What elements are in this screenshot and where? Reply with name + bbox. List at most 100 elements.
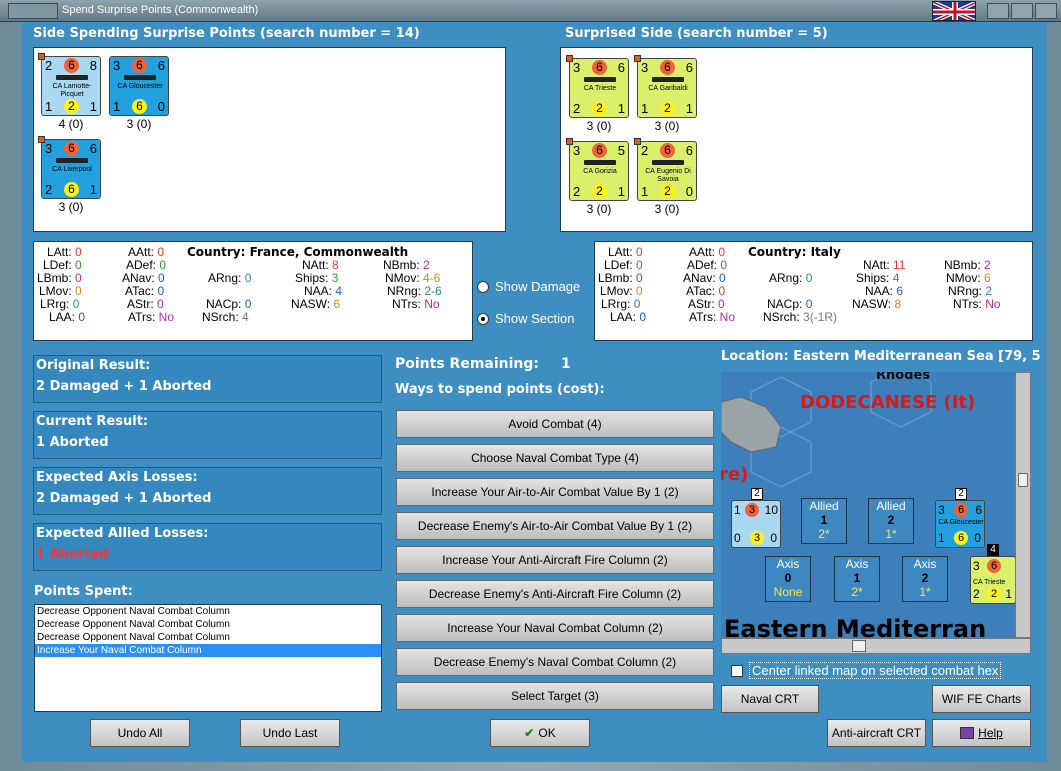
show-section-radio[interactable]: Show Section bbox=[477, 311, 575, 326]
unit-counter[interactable]: 3 6 5 CA Gorizia 2 2 1 bbox=[566, 138, 629, 201]
list-item-selected[interactable]: Increase Your Naval Combat Column bbox=[35, 644, 381, 657]
checkmark-icon: ✔ bbox=[524, 726, 535, 740]
allied-box-2[interactable]: Allied 2 1* bbox=[868, 498, 914, 544]
axis-box-0[interactable]: Axis 0 None bbox=[765, 556, 811, 602]
select-target-button[interactable]: Select Target (3) bbox=[396, 682, 714, 710]
country-label: Country: Italy bbox=[748, 245, 841, 259]
unit-move-value: 6 bbox=[617, 60, 625, 75]
cruiser-icon bbox=[584, 160, 616, 165]
original-result-label: Original Result: bbox=[36, 358, 151, 373]
unit-attack-value: 6 bbox=[660, 143, 675, 158]
right-panel-heading: Surprised Side (search number = 5) bbox=[565, 26, 828, 41]
stat-latt: LAtt: 0 bbox=[608, 245, 643, 259]
axis-box-1[interactable]: Axis 1 2* bbox=[834, 556, 880, 602]
center-map-checkbox[interactable]: Center linked map on selected combat hex bbox=[731, 662, 1002, 679]
current-result-value: 1 Aborted bbox=[36, 435, 109, 450]
unit-counter[interactable]: 3 6 6 CA Liverpool 2 6 1 bbox=[38, 136, 101, 199]
unit-asw-value: 1 bbox=[617, 101, 625, 116]
unit-name: CA Garibaldi bbox=[648, 85, 688, 92]
map-unit-counter[interactable]: 1 3 10 0 3 0 bbox=[731, 500, 781, 548]
unit-name: CA Trieste bbox=[583, 85, 617, 92]
list-item[interactable]: Decrease Opponent Naval Combat Column bbox=[35, 605, 381, 618]
stat-laa: LAA: 0 bbox=[610, 310, 647, 324]
axis-box-number: 1 bbox=[853, 571, 861, 585]
axis-box-2[interactable]: Axis 2 1* bbox=[902, 556, 948, 602]
allied-box-1[interactable]: Allied 1 2* bbox=[801, 498, 847, 544]
unit-counter[interactable]: 2 6 8 CA Lamotte-Picquet 1 2 1 bbox=[38, 53, 101, 116]
map-unit-counter[interactable]: 3 6 CA Trieste 2 2 1 bbox=[970, 556, 1016, 604]
unit-move-value: 6 bbox=[157, 58, 165, 73]
unit-name: CA Gloucester bbox=[117, 83, 163, 90]
map-vertical-scrollbar[interactable] bbox=[1015, 372, 1031, 638]
linked-map[interactable]: Rhodes DODECANESE (It) re) 1 3 10 0 3 0 … bbox=[721, 372, 1031, 638]
decrease-enemy-naval-column-button[interactable]: Decrease Enemy's Naval Combat Column (2) bbox=[396, 648, 714, 676]
unit-defense-value: 2 bbox=[64, 99, 79, 114]
unit-count: 3 (0) bbox=[126, 117, 152, 131]
list-item[interactable]: Decrease Opponent Naval Combat Column bbox=[35, 631, 381, 644]
region-partial-label: re) bbox=[721, 464, 749, 485]
stat-nacp: NACp: 0 bbox=[767, 297, 813, 311]
unit-marker-icon bbox=[634, 138, 641, 145]
choose-naval-combat-type-button[interactable]: Choose Naval Combat Type (4) bbox=[396, 444, 714, 472]
undo-last-button[interactable]: Undo Last bbox=[240, 719, 340, 747]
stat-ships: Ships: 3 bbox=[295, 271, 339, 285]
map-horizontal-scrollbar[interactable] bbox=[721, 638, 1031, 654]
unit-counter[interactable]: 2 6 6 CA Eugenio Di Savoia 1 2 0 bbox=[634, 138, 697, 201]
map-unit-counter[interactable]: 3 6 6 CA Gloucester 1 6 0 bbox=[935, 500, 985, 548]
maximize-button[interactable] bbox=[1011, 3, 1033, 19]
unit-counter[interactable]: 3 6 6 CA Trieste 2 2 1 bbox=[566, 55, 629, 118]
show-damage-radio[interactable]: Show Damage bbox=[477, 279, 580, 294]
show-section-label: Show Section bbox=[495, 311, 575, 326]
increase-air-to-air-button[interactable]: Increase Your Air-to-Air Combat Value By… bbox=[396, 478, 714, 506]
stat-naa: NAA: 6 bbox=[865, 284, 904, 298]
scrollbar-thumb[interactable] bbox=[852, 640, 866, 652]
system-menu-button[interactable] bbox=[8, 3, 58, 19]
stack-count-badge: 2 bbox=[751, 488, 763, 500]
allied-box-number: 2 bbox=[887, 513, 895, 527]
unit-air-value: 3 bbox=[113, 58, 121, 73]
undo-all-button[interactable]: Undo All bbox=[90, 719, 190, 747]
unit-aa-value: 1 bbox=[641, 184, 649, 199]
unit-air-value: 3 bbox=[45, 141, 53, 156]
wif-charts-button[interactable]: WIF FE Charts bbox=[932, 685, 1031, 713]
stat-nrng: NRng: 2-6 bbox=[387, 284, 442, 298]
stat-aatt: AAtt: 0 bbox=[689, 245, 726, 259]
unit-counter[interactable]: 3 6 6 CA Garibaldi 1 2 1 bbox=[634, 55, 697, 118]
increase-aa-column-button[interactable]: Increase Your Anti-Aircraft Fire Column … bbox=[396, 546, 714, 574]
unit-name: CA Liverpool bbox=[52, 166, 92, 173]
stat-nsrch: NSrch: 3(-1R) bbox=[763, 310, 838, 324]
unit-name: CA Lamotte-Picquet bbox=[52, 83, 92, 98]
cruiser-icon bbox=[56, 158, 88, 163]
scrollbar-thumb[interactable] bbox=[1018, 473, 1028, 487]
stat-nbmb: NBmb: 2 bbox=[944, 258, 991, 272]
close-button[interactable] bbox=[1035, 3, 1057, 19]
allied-box-sub: 2* bbox=[818, 527, 830, 541]
naval-crt-button[interactable]: Naval CRT bbox=[721, 685, 819, 713]
unit-counter[interactable]: 3 6 6 CA Gloucester 1 6 0 bbox=[109, 56, 169, 116]
stat-natt: NAtt: 11 bbox=[863, 258, 906, 272]
allied-losses-box: Expected Allied Losses: 1 Aborted bbox=[33, 523, 382, 571]
axis-box-title: Axis bbox=[913, 557, 937, 571]
stat-lmov: LMov: 0 bbox=[600, 284, 643, 298]
list-item[interactable]: Decrease Opponent Naval Combat Column bbox=[35, 618, 381, 631]
stat-ntrs: NTrs: No bbox=[392, 297, 440, 311]
avoid-combat-button[interactable]: Avoid Combat (4) bbox=[396, 410, 714, 438]
unit-aa-value: 1 bbox=[641, 101, 649, 116]
anti-aircraft-crt-button[interactable]: Anti-aircraft CRT bbox=[827, 719, 926, 747]
decrease-enemy-aa-column-button[interactable]: Decrease Enemy's Anti-Aircraft Fire Colu… bbox=[396, 580, 714, 608]
points-spent-list[interactable]: Decrease Opponent Naval Combat Column De… bbox=[34, 604, 382, 712]
unit-defense-value: 6 bbox=[132, 99, 147, 114]
allied-losses-label: Expected Allied Losses: bbox=[36, 526, 209, 541]
unit-count: 3 (0) bbox=[586, 202, 612, 216]
cruiser-icon bbox=[652, 77, 684, 82]
stat-astr: AStr: 0 bbox=[688, 297, 725, 311]
increase-naval-column-button[interactable]: Increase Your Naval Combat Column (2) bbox=[396, 614, 714, 642]
help-button[interactable]: Help bbox=[932, 719, 1031, 747]
allied-losses-value: 1 Aborted bbox=[36, 547, 109, 562]
decrease-enemy-air-to-air-button[interactable]: Decrease Enemy's Air-to-Air Combat Value… bbox=[396, 512, 714, 540]
unit-aa-value: 2 bbox=[45, 182, 53, 197]
unit-name: CA Gorizia bbox=[583, 168, 617, 175]
minimize-button[interactable] bbox=[987, 3, 1009, 19]
ok-button[interactable]: ✔ OK bbox=[490, 719, 590, 747]
surprised-units-box: 3 6 6 CA Trieste 2 2 1 3 (0) 3 6 6 CA Ga… bbox=[560, 47, 1033, 232]
